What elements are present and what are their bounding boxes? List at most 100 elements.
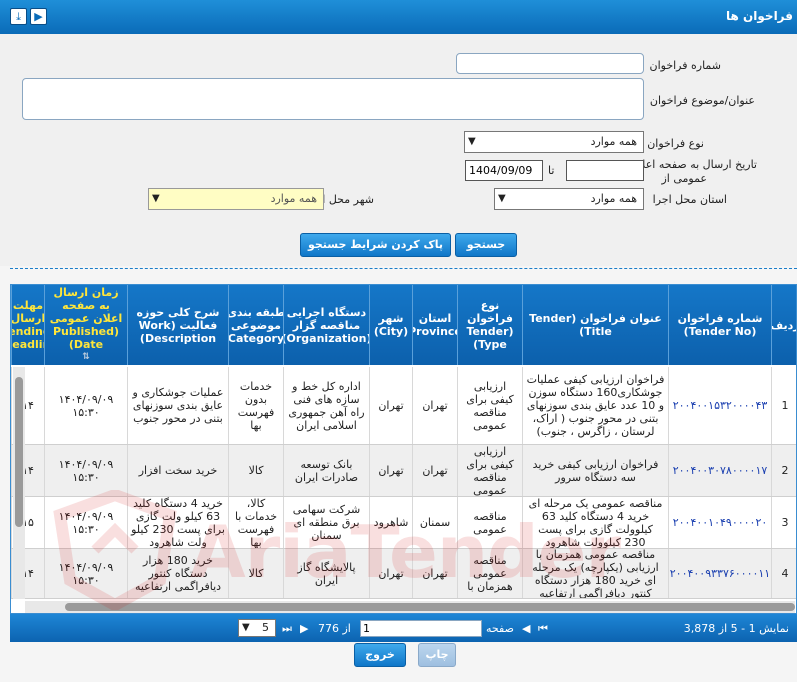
cell-type: مناقصه عمومی [457,497,522,548]
col-header-type[interactable]: نوع فراخوان (Tender Type) [457,285,522,365]
col-header-organization[interactable]: دستگاه اجرایی مناقصه گزار (Organization) [283,285,369,365]
vertical-scrollbar-thumb[interactable] [15,377,23,527]
col-header-tender-no[interactable]: شماره فراخوان (Tender No) [668,285,771,365]
date-to-input[interactable] [465,160,543,181]
clear-search-button[interactable]: پاک کردن شرایط جستجو [300,233,451,257]
subject-label: عنوان/موضوع فراخوان [649,94,755,107]
cell-desc: عملیات جوشکاری و عایق بندی سوزنهای بتنی … [127,367,228,444]
cell-desc: خرید 180 هزار دستگاه کنتور دیافراگمی ارت… [127,549,228,598]
cell-published: ۱۴۰۴/۰۹/۰۹ ۱۵:۳۰ [44,497,127,548]
cell-category: کالا [228,549,283,598]
table-row[interactable]: 1 ۲۰۰۴۰۰۱۵۳۲۰۰۰۰۴۳ فراخوان ارزیابی کیفی عم… [11,367,796,445]
cell-row: 1 [771,367,796,444]
city-select-value: همه موارد [270,192,317,205]
type-select[interactable]: همه موارد ▼ [464,131,644,153]
cell-type: ارزیابی کیفی برای مناقصه عمومی [457,367,522,444]
exit-button[interactable]: خروج [354,643,406,667]
page-title: فراخوان ها [726,9,793,23]
sort-icon[interactable]: ⇅ [82,351,90,364]
print-button[interactable]: چاپ [418,643,456,667]
cell-row: 3 [771,497,796,548]
page-size-select[interactable]: 5 ▼ [238,619,276,637]
cell-province: تهران [412,445,457,496]
cell-org: پالایشگاه گاز ایران [283,549,369,598]
col-header-city[interactable]: شهر (City) [369,285,412,365]
cell-published: ۱۴۰۴/۰۹/۰۹ ۱۵:۳۰ [44,367,127,444]
col-header-province[interactable]: استان (Province) [412,285,457,365]
date-to-label: تا [548,164,555,177]
cell-tender-no[interactable]: ۲۰۰۴۰۰۹۳۳۷۶۰۰۰۰۱۱ [668,549,771,598]
cell-tender-no[interactable]: ۲۰۰۴۰۰۳۰۷۸۰۰۰۰۱۷ [668,445,771,496]
horizontal-scrollbar[interactable] [25,601,795,613]
download-icon[interactable]: ⤓ [10,8,27,25]
cell-published: ۱۴۰۴/۰۹/۰۹ ۱۵:۳۰ [44,445,127,496]
pager-last-icon[interactable]: ⏭ [282,622,292,636]
pager-display-text: نمایش 1 - 5 از 3,878 [683,622,789,635]
horizontal-scrollbar-thumb[interactable] [65,603,795,611]
pagination-bar: نمایش 1 - 5 از 3,878 ⏮ ◀ صفحه از 776 ▶ ⏭… [10,614,797,642]
vertical-scrollbar[interactable] [13,367,25,599]
cell-row: 4 [771,549,796,598]
province-select-value: همه موارد [590,192,637,205]
table-row[interactable]: 2 ۲۰۰۴۰۰۳۰۷۸۰۰۰۰۱۷ فراخوان ارزیابی کیفی خر… [11,445,796,497]
chevron-down-icon: ▼ [468,136,476,147]
cell-province: تهران [412,549,457,598]
col-header-published-text: زمان ارسال به صفحه اعلان عمومی (Publishe… [49,286,123,351]
tender-no-input[interactable] [456,53,644,74]
table-header: ردیف شماره فراخوان (Tender No) عنوان فرا… [11,285,796,365]
video-icon[interactable]: ▶ [30,8,47,25]
pager-next-icon[interactable]: ▶ [300,622,308,635]
pager-page-label: صفحه [486,622,514,635]
type-label: نوع فراخوان [647,137,704,150]
pager-of-label: از 776 [318,622,351,635]
cell-title: فراخوان ارزیابی کیفی عملیات جوشکاری160 د… [522,367,668,444]
cell-desc: خرید سخت افزار [127,445,228,496]
date-label-line2: عمومی از [661,172,707,185]
table-row[interactable]: 4 ۲۰۰۴۰۰۹۳۳۷۶۰۰۰۰۱۱ مناقصه عمومی همزمان با… [11,549,796,599]
cell-type: مناقصه عمومی همزمان با [457,549,522,598]
pager-first-icon[interactable]: ⏮ [538,622,548,636]
province-select[interactable]: همه موارد ▼ [494,188,644,210]
cell-title: فراخوان ارزیابی کیفی خرید سه دستگاه سرور [522,445,668,496]
search-button[interactable]: جستجو [455,233,517,257]
cell-row: 2 [771,445,796,496]
cell-tender-no[interactable]: ۲۰۰۴۰۰۱۵۳۲۰۰۰۰۴۳ [668,367,771,444]
col-header-category[interactable]: طبقه بندی موضوعی (Category) [228,285,283,365]
tender-no-label: شماره فراخوان [649,59,722,72]
cell-desc: خرید 4 دستگاه کلید 63 کیلو ولت گازی برای… [127,497,228,548]
pager-prev-icon[interactable]: ◀ [522,622,530,635]
col-header-title[interactable]: عنوان فراخوان (Tender Title) [522,285,668,365]
cell-tender-no[interactable]: ۲۰۰۴۰۰۱۰۴۹۰۰۰۰۲۰ [668,497,771,548]
table-row[interactable]: 3 ۲۰۰۴۰۰۱۰۴۹۰۰۰۰۲۰ مناقصه عمومی یک مرحله ا… [11,497,796,549]
page-size-value: 5 [262,621,269,634]
search-form: شماره فراخوان عنوان/موضوع فراخوان نوع فر… [0,34,797,266]
cell-category: کالا [228,445,283,496]
pager-page-input[interactable] [360,620,482,637]
cell-category: خدمات بدون فهرست بها [228,367,283,444]
date-from-input[interactable] [566,160,644,181]
cell-title: مناقصه عمومی همزمان با ارزیابی (یکپارچه)… [522,549,668,598]
col-header-row[interactable]: ردیف [771,285,796,365]
cell-city: تهران [369,445,412,496]
col-header-description[interactable]: شرح کلی حوزه فعالیت (Work Description) [127,285,228,365]
cell-province: سمنان [412,497,457,548]
city-select[interactable]: همه موارد ▼ [148,188,324,210]
cell-org: شرکت سهامی برق منطقه ای سمنان [283,497,369,548]
cell-city: شاهرود [369,497,412,548]
cell-province: تهران [412,367,457,444]
cell-org: اداره کل خط و سازه های فنی راه آهن جمهور… [283,367,369,444]
chevron-down-icon: ▼ [242,622,250,633]
cell-category: کالا، خدمات با فهرست بها [228,497,283,548]
cell-city: تهران [369,367,412,444]
cell-org: بانک توسعه صادرات ایران [283,445,369,496]
col-header-published[interactable]: زمان ارسال به صفحه اعلان عمومی (Publishe… [44,285,127,365]
cell-published: ۱۴۰۴/۰۹/۰۹ ۱۵:۳۰ [44,549,127,598]
subject-textarea[interactable] [22,78,644,120]
results-table: ردیف شماره فراخوان (Tender No) عنوان فرا… [10,284,797,614]
cell-type: ارزیابی کیفی برای مناقصه عمومی [457,445,522,496]
section-divider [10,268,797,269]
chevron-down-icon: ▼ [152,193,160,204]
province-label: استان محل اجرا [652,193,727,206]
col-header-deadline[interactable]: مهلت ارسال (Sending Deadline) [11,285,44,365]
date-label-line1: تاریخ ارسال به صفحه اعلان [631,158,757,171]
